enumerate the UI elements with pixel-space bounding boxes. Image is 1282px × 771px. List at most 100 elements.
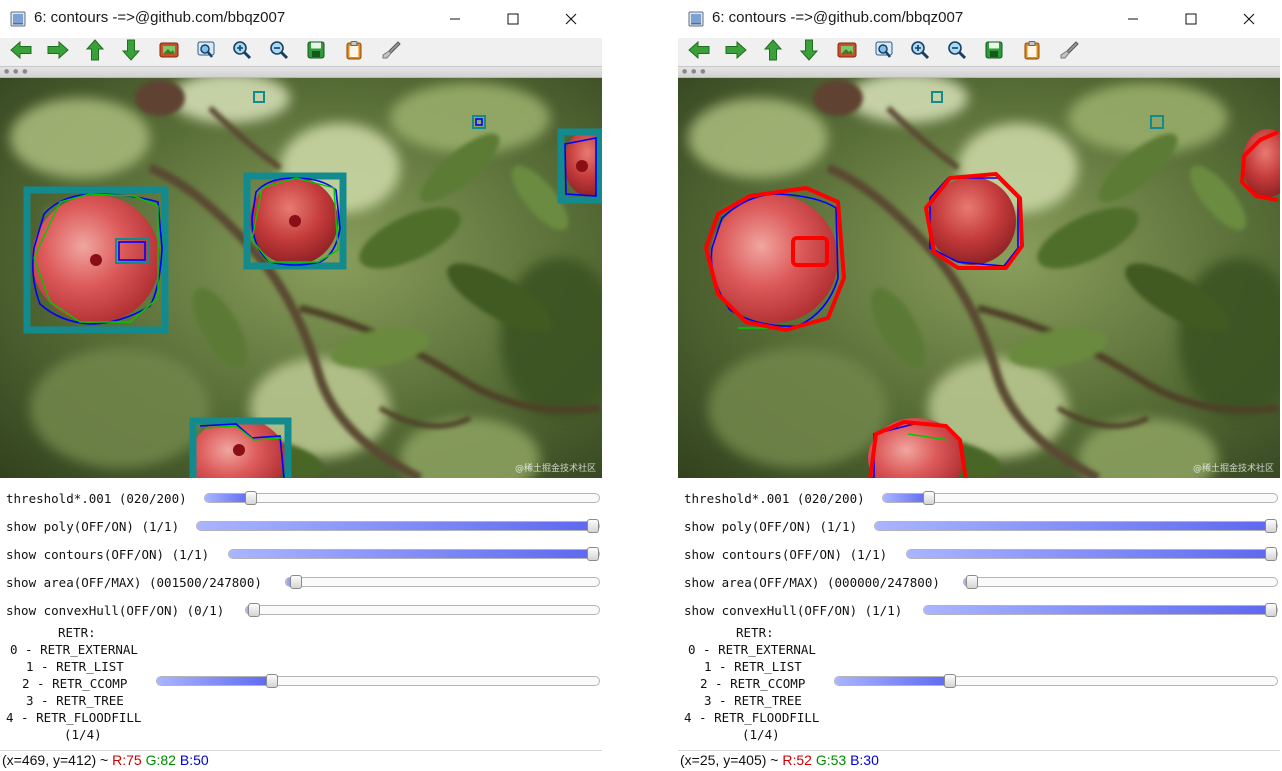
toolbar-button-arrow-down[interactable] <box>798 39 820 63</box>
trackbar-label: show area(OFF/MAX) (000000/247800) <box>684 575 940 590</box>
toolbar-button-save[interactable] <box>983 41 1005 63</box>
trackbar-fill <box>875 522 1271 530</box>
retr-line: 3 - RETR_TREE <box>26 693 124 708</box>
toolbar-button-zoom-out[interactable] <box>268 41 290 63</box>
toolbar-button-clipboard[interactable] <box>1021 41 1043 63</box>
red-value: R:52 <box>782 752 812 768</box>
trackbar-label: show contours(OFF/ON) (1/1) <box>6 547 210 562</box>
trackbar-handle[interactable] <box>248 603 260 617</box>
trackbar-track[interactable] <box>963 575 1278 589</box>
toolbar-button-arrow-right[interactable] <box>47 40 69 63</box>
retr-trackbar-track[interactable] <box>156 674 600 688</box>
trackbar-panel: threshold*.001 (020/200) show poly(OFF/O… <box>0 478 602 750</box>
toolbar-button-save[interactable] <box>305 41 327 63</box>
maximize-button[interactable] <box>484 0 542 38</box>
toolbar <box>0 38 602 66</box>
toolbar-button-zoom-fit[interactable] <box>873 41 895 63</box>
toolbar-button-clipboard[interactable] <box>343 41 365 63</box>
trackbar-handle[interactable] <box>245 491 257 505</box>
image-icon <box>159 41 179 63</box>
retr-trackbar-handle[interactable] <box>944 674 956 688</box>
trackbar-handle[interactable] <box>1265 603 1277 617</box>
toolbar-button-arrow-left[interactable] <box>688 40 710 63</box>
toolbar-button-zoom-in[interactable] <box>909 41 931 63</box>
trackbar-fill <box>197 522 593 530</box>
trackbar-fill <box>229 550 593 558</box>
app-icon <box>10 11 26 27</box>
trackbar-handle[interactable] <box>923 491 935 505</box>
toolbar-button-arrow-left[interactable] <box>10 40 32 63</box>
trackbar-track[interactable] <box>204 491 600 505</box>
trackbar-fill <box>835 677 950 685</box>
zoom-out-icon <box>947 40 967 64</box>
cursor-coordinates: (x=25, y=405) ~ <box>680 752 783 768</box>
minimize-icon <box>1128 18 1138 20</box>
trackbar-label: show poly(OFF/ON) (1/1) <box>684 519 858 534</box>
trackbar-track[interactable] <box>882 491 1278 505</box>
window-title: 6: contours -=>@github.com/bbqz007 <box>34 9 286 26</box>
toolbar-button-arrow-down[interactable] <box>120 39 142 65</box>
save-icon <box>984 40 1004 64</box>
retr-line: RETR: <box>736 625 774 640</box>
trackbar-track[interactable] <box>196 519 600 533</box>
trackbar-handle[interactable] <box>289 575 302 589</box>
retr-line: 3 - RETR_TREE <box>704 693 802 708</box>
zoom-out-icon <box>269 40 289 64</box>
trackbar-handle[interactable] <box>1265 519 1277 533</box>
trackbar-row: show area(OFF/MAX) (000000/247800) <box>678 568 1280 596</box>
trackbar-label: show contours(OFF/ON) (1/1) <box>684 547 888 562</box>
zoom-fit-icon <box>874 40 894 64</box>
retr-line: 0 - RETR_EXTERNAL <box>10 642 138 657</box>
trackbar-fill <box>924 606 1271 614</box>
zoom-fit-icon <box>196 40 216 64</box>
toolbar-button-zoom-fit[interactable] <box>195 41 217 63</box>
trackbar-track[interactable] <box>874 519 1278 533</box>
trackbar-handle[interactable] <box>966 575 978 589</box>
trackbar-track[interactable] <box>906 547 1278 561</box>
window-right: 6: contours -=>@github.com/bbqz007 ● ● ● <box>678 0 1280 771</box>
retr-line: 2 - RETR_CCOMP <box>700 676 806 691</box>
retr-line: RETR: <box>58 625 96 640</box>
trackbar-row: show area(OFF/MAX) (001500/247800) <box>0 568 602 596</box>
toolbar-button-brush[interactable] <box>380 41 402 63</box>
retr-trackbar-handle[interactable] <box>266 674 278 688</box>
retr-line: (1/4) <box>742 727 780 742</box>
toolbar-button-zoom-in[interactable] <box>231 41 253 63</box>
close-button[interactable] <box>1220 0 1278 38</box>
toolbar-button-brush[interactable] <box>1058 41 1080 63</box>
brush-icon <box>1059 40 1079 64</box>
retr-trackbar-track[interactable] <box>834 674 1278 688</box>
image-status-strip: ● ● ● <box>0 66 602 78</box>
retr-line: 0 - RETR_EXTERNAL <box>688 642 816 657</box>
trackbar-track[interactable] <box>245 603 600 617</box>
close-icon <box>565 13 577 25</box>
blue-value: B:50 <box>179 752 209 768</box>
watermark: @稀土掘金技术社区 <box>514 464 596 474</box>
toolbar-button-zoom-out[interactable] <box>946 41 968 63</box>
pixel-readout: (x=25, y=405) ~ R:52 G:53 B:30 <box>680 752 879 768</box>
toolbar-button-arrow-up[interactable] <box>762 39 784 63</box>
toolbar-button-image[interactable] <box>158 41 180 63</box>
toolbar-button-arrow-right[interactable] <box>725 40 747 63</box>
close-button[interactable] <box>542 0 600 38</box>
window-left: 6: contours -=>@github.com/bbqz007 ● ● ● <box>0 0 602 771</box>
trackbar-handle[interactable] <box>1265 547 1277 561</box>
arrow-down-icon <box>121 39 141 65</box>
maximize-button[interactable] <box>1162 0 1220 38</box>
trackbar-handle[interactable] <box>587 519 599 533</box>
toolbar-button-arrow-up[interactable] <box>84 39 106 63</box>
minimize-button[interactable] <box>426 0 484 38</box>
toolbar-button-image[interactable] <box>836 41 858 63</box>
trackbar-label: show area(OFF/MAX) (001500/247800) <box>6 575 262 590</box>
trackbar-track[interactable] <box>285 575 600 589</box>
cursor-coordinates: (x=469, y=412) ~ <box>2 752 113 768</box>
image-canvas[interactable]: @稀土掘金技术社区 <box>678 78 1280 478</box>
trackbar-track[interactable] <box>923 603 1278 617</box>
trackbar-handle[interactable] <box>587 547 599 561</box>
minimize-button[interactable] <box>1104 0 1162 38</box>
trackbar-row: show convexHull(OFF/ON) (0/1) <box>0 596 602 624</box>
grip-dots: ● ● ● <box>4 68 29 75</box>
image-canvas[interactable]: @稀土掘金技术社区 <box>0 78 602 478</box>
trackbar-track[interactable] <box>228 547 600 561</box>
maximize-icon <box>507 13 519 25</box>
